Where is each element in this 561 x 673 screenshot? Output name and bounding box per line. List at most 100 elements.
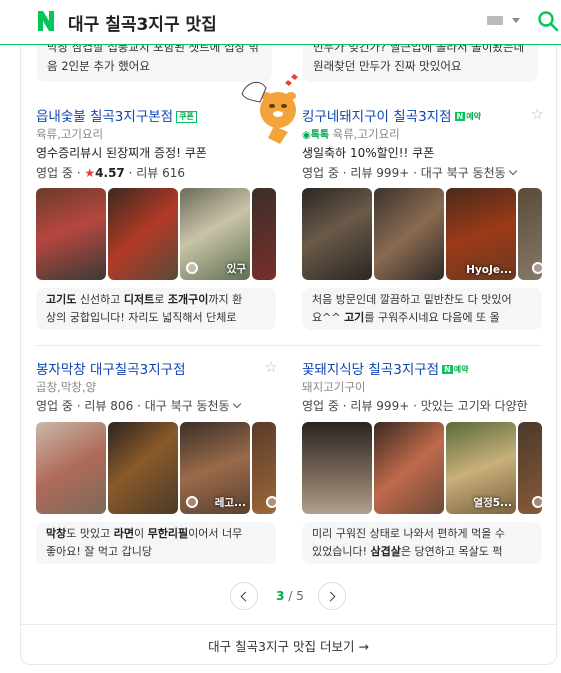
photo-author: 열정5... [473,497,512,509]
review-snippet[interactable]: 미리 구워진 상태로 나와서 편하게 먹을 수 있었습니다! 삼겹살은 당연하고… [302,522,542,564]
next-page-button[interactable] [318,582,346,610]
reservation-badge: N 예약 [442,364,469,375]
restaurant-card: 꽃돼지식당 칠곡3지구점 N 예약 돼지고기구이 영업 중 · 리뷰 999+ · … [302,358,542,564]
reservation-label: 예약 [466,112,481,121]
favorite-star-icon[interactable]: ☆ [531,105,544,123]
photo-strip[interactable]: 레고... [36,422,276,514]
keyword-text: 고기도 [46,293,77,306]
restaurant-name[interactable]: 꽃돼지식당 칠곡3지구점 [302,362,439,378]
review-text-part: 이어서 너무 [188,527,243,540]
food-photo[interactable] [302,422,372,514]
review-text-part: 은 당연하고 목살도 퍽 [400,545,503,558]
restaurant-category: 육류,고기요리 [332,127,400,141]
photo-author: HyoJe... [466,264,512,276]
keyboard-icon[interactable] [487,16,503,25]
coupon-badge: 쿠폰 [176,111,197,123]
keyword-text: 조개구이 [167,293,209,306]
open-status: 영업 중 [36,166,73,180]
food-photo[interactable] [252,188,276,280]
restaurant-meta: 영업 중 · ★4.57 · 리뷰 616 [36,166,186,180]
review-count: 리뷰 806 [84,399,134,413]
restaurant-name[interactable]: 봉자막창 대구칠곡3지구점 [36,362,186,378]
reservation-badge: N 예약 [454,111,481,122]
review-snippet[interactable]: 막창도 맛있고 라면이 무한리필이어서 너무 좋아요! 잘 먹고 갑니당 [36,522,276,564]
food-photo[interactable]: 열정5... [446,422,516,514]
search-header: 대구 칠곡3지구 맛집 [0,0,561,45]
review-text: 음 2인분 추가 했어요 [47,59,150,73]
chevron-down-icon[interactable] [508,166,517,176]
restaurant-meta: 영업 중 · 리뷰 806 · 대구 북구 동천동 [36,397,276,417]
star-icon: ★ [84,166,96,180]
keyword-text: 막창 [46,527,67,540]
food-photo[interactable]: HyoJe... [446,188,516,280]
search-icon[interactable] [537,10,559,32]
review-text: 상의 궁합입니다! 자리도 넓직해서 단체로 [46,311,237,324]
open-status: 영업 중 [302,166,339,180]
review-text-part: 까지 환 [208,293,243,306]
chevron-right-icon [325,591,336,602]
food-photo[interactable] [302,188,372,280]
review-snippet[interactable]: 처음 방문인데 깔끔하고 밑반찬도 다 맛있어 요^^ 고기를 구워주시네요 다… [302,288,542,330]
food-photo[interactable]: 있구 [180,188,250,280]
review-text-part: 있었습니다! [312,545,371,558]
location-text[interactable]: 대구 북구 동천동 [145,399,230,413]
food-photo[interactable] [36,188,106,280]
review-text-part: 요^^ [312,311,345,324]
food-photo[interactable] [374,422,444,514]
restaurant-name[interactable]: 킹구네돼지구이 칠곡3지점 [302,109,452,125]
favorite-star-icon[interactable]: ☆ [265,358,278,376]
chevron-down-icon[interactable] [512,18,520,23]
review-text: 있었습니다! 삼겹살은 당연하고 목살도 퍽 [312,543,532,561]
restaurant-meta: 영업 중 · 리뷰 999+ · 맛있는 고기와 다양한 [302,399,528,413]
photo-author: 레고... [214,497,246,509]
row-divider [36,345,542,346]
promo-text[interactable]: 생일축하 10%할인!! 쿠폰 [302,144,542,164]
page-separator: / [288,589,293,603]
review-text: 처음 방문인데 깔끔하고 밑반찬도 다 맛있어 [312,291,532,309]
food-photo[interactable] [252,422,276,514]
chevron-down-icon[interactable] [232,399,241,409]
restaurant-card: 봉자막창 대구칠곡3지구점 ☆ 곱창,막창,양 영업 중 · 리뷰 806 · … [36,358,278,564]
prev-page-button[interactable] [230,582,258,610]
review-count: 리뷰 999+ [350,166,410,180]
restaurant-card: 킹구네돼지구이 칠곡3지점 N 예약 ☆ ◉톡톡 육류,고기요리 생일축하 10%할… [302,105,544,330]
location-text[interactable]: 대구 북구 동천동 [421,166,506,180]
review-text: 미리 구워진 상태로 나와서 편하게 먹을 수 [312,525,532,543]
photo-strip[interactable]: HyoJe... [302,188,542,280]
review-text-part: 로 [154,293,168,306]
restaurant-name[interactable]: 읍내숯불 칠곡3지구본점 [36,109,173,125]
more-results-link[interactable]: 대구 칠곡3지구 맛집 더보기 → [21,636,556,655]
restaurant-category: 곱창,막창,양 [36,380,97,394]
keyword-text: 라면 [113,527,134,540]
review-text-part: 신선하고 [76,293,124,306]
keyword-text: 삼겹살 [370,545,401,558]
photo-strip[interactable]: 있구 [36,188,276,280]
reservation-label: 예약 [453,365,469,374]
review-snippet[interactable]: 고기도 신선하고 디저트로 조개구이까지 환 상의 궁합입니다! 자리도 넓직해… [36,288,276,330]
naver-logo[interactable] [36,9,56,33]
review-text: 막창도 맛있고 라면이 무한리필이어서 너무 [46,525,266,543]
avatar-icon [186,262,198,274]
current-page: 3 [276,589,285,603]
food-photo[interactable] [36,422,106,514]
naver-n-icon: N [442,365,453,374]
review-text-part: 미리 구워진 상태로 나와서 편하게 먹을 수 [312,527,506,540]
keyword-text: 무한리필 [147,527,189,540]
food-photo[interactable] [518,422,542,514]
food-photo[interactable] [518,188,542,280]
food-photo[interactable] [374,188,444,280]
photo-strip[interactable]: 열정5... [302,422,542,514]
avatar-icon [532,496,542,508]
food-photo[interactable] [108,422,178,514]
review-keyword: 맛있는 고기와 다양한 [420,399,528,413]
review-count: 리뷰 999+ [350,399,410,413]
search-query[interactable]: 대구 칠곡3지구 맛집 [68,10,217,35]
food-photo[interactable]: 레고... [180,422,250,514]
review-text-part: 처음 방문인데 깔끔하고 밑반찬도 다 맛있어 [312,293,512,306]
avatar-icon [532,262,542,274]
food-photo[interactable] [108,188,178,280]
photo-author: 있구 [226,263,246,275]
open-status: 영업 중 [302,399,339,413]
rating-value: 4.57 [95,166,125,180]
restaurant-category: 돼지고기구이 [302,380,366,394]
